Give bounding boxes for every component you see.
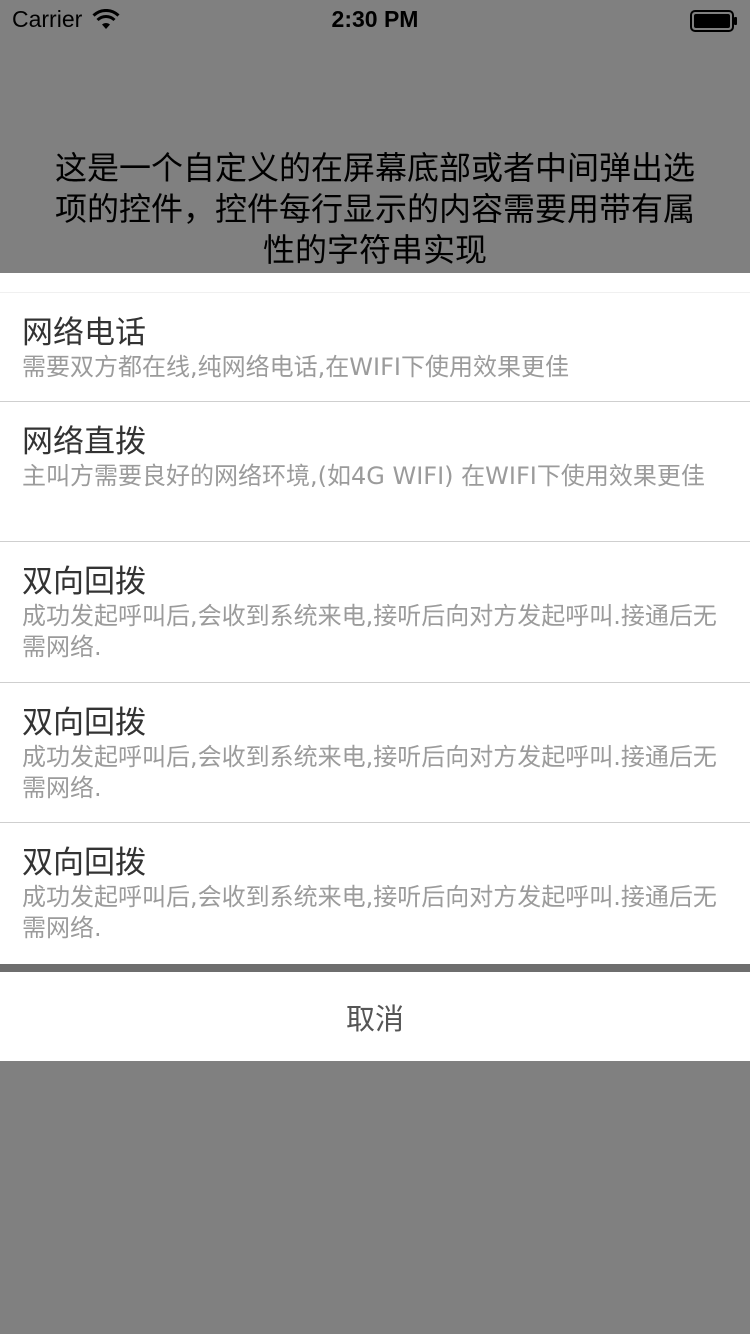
option-title: 双向回拨 bbox=[22, 564, 146, 600]
status-bar: Carrier 2:30 PM bbox=[0, 0, 750, 40]
option-row-callback-3[interactable]: 双向回拨 成功发起呼叫后,会收到系统来电,接听后向对方发起呼叫.接通后无需网络. bbox=[0, 823, 750, 963]
option-description: 成功发起呼叫后,会收到系统来电,接听后向对方发起呼叫.接通后无需网络. bbox=[22, 602, 717, 661]
option-description: 需要双方都在线,纯网络电话,在WIFI下使用效果更佳 bbox=[22, 353, 569, 381]
option-title: 双向回拨 bbox=[22, 705, 146, 741]
status-time: 2:30 PM bbox=[331, 6, 419, 32]
option-description: 成功发起呼叫后,会收到系统来电,接听后向对方发起呼叫.接通后无需网络. bbox=[22, 883, 717, 942]
option-description: 主叫方需要良好的网络环境,(如4G WIFI) 在WIFI下使用效果更佳 bbox=[22, 462, 705, 490]
sheet-separator bbox=[0, 964, 750, 972]
action-sheet: 网络电话 需要双方都在线,纯网络电话,在WIFI下使用效果更佳 网络直拨 主叫方… bbox=[0, 273, 750, 964]
option-row-callback-2[interactable]: 双向回拨 成功发起呼叫后,会收到系统来电,接听后向对方发起呼叫.接通后无需网络. bbox=[0, 683, 750, 823]
cancel-button[interactable]: 取消 bbox=[0, 972, 750, 1061]
option-description: 成功发起呼叫后,会收到系统来电,接听后向对方发起呼叫.接通后无需网络. bbox=[22, 743, 717, 802]
option-title: 网络直拨 bbox=[22, 424, 146, 460]
sheet-top-divider bbox=[0, 273, 750, 293]
option-row-network-call[interactable]: 网络电话 需要双方都在线,纯网络电话,在WIFI下使用效果更佳 bbox=[0, 293, 750, 402]
option-row-callback-1[interactable]: 双向回拨 成功发起呼叫后,会收到系统来电,接听后向对方发起呼叫.接通后无需网络. bbox=[0, 542, 750, 683]
sheet-headline: 这是一个自定义的在屏幕底部或者中间弹出选项的控件，控件每行显示的内容需要用带有属… bbox=[54, 149, 695, 269]
option-title: 网络电话 bbox=[22, 315, 146, 351]
option-row-network-direct[interactable]: 网络直拨 主叫方需要良好的网络环境,(如4G WIFI) 在WIFI下使用效果更… bbox=[0, 402, 750, 542]
battery-icon bbox=[690, 10, 737, 32]
option-title: 双向回拨 bbox=[22, 845, 146, 881]
